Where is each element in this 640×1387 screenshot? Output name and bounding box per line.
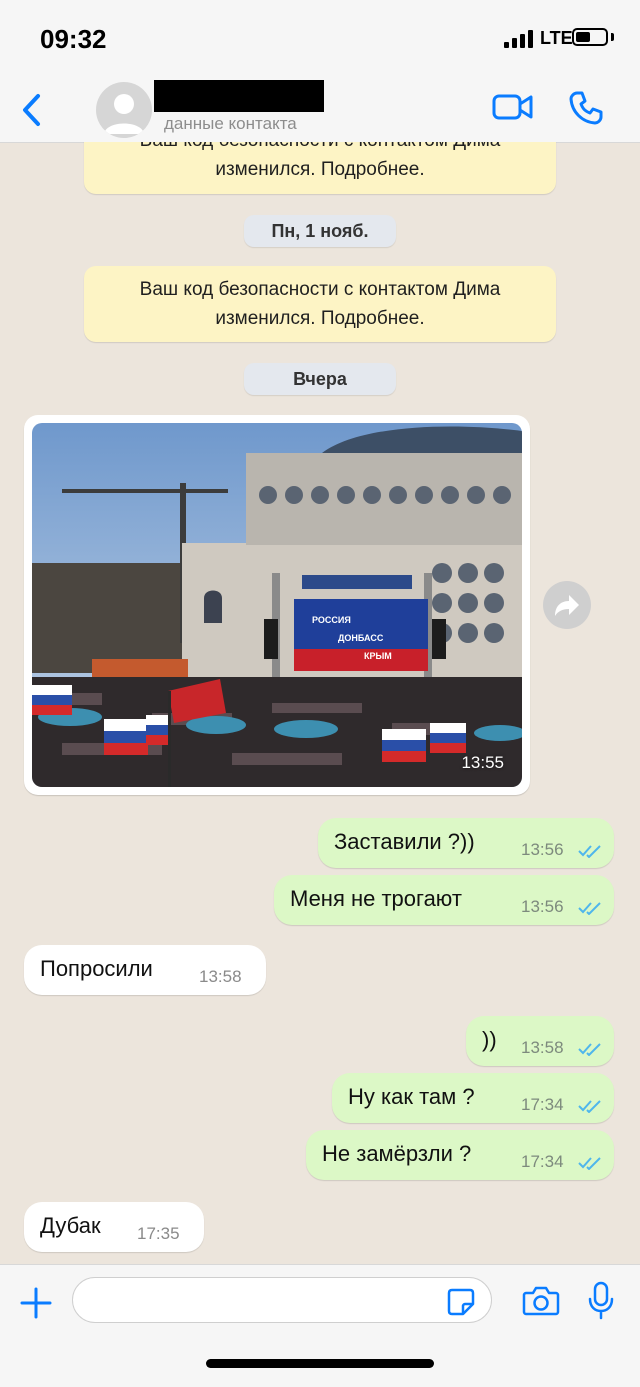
message-bubble-outgoing[interactable]: Заставили ?)) 13:56 bbox=[318, 818, 614, 868]
avatar[interactable] bbox=[96, 82, 152, 138]
sticker-icon[interactable] bbox=[446, 1287, 476, 1317]
battery-icon bbox=[572, 28, 608, 46]
date-separator: Пн, 1 нояб. bbox=[244, 215, 396, 247]
video-call-icon[interactable] bbox=[492, 92, 534, 122]
sign-line-3: КРЫМ bbox=[364, 651, 392, 661]
message-time: 17:34 bbox=[521, 1095, 564, 1114]
message-bubble-outgoing[interactable]: Не замёрзли ? 17:34 bbox=[306, 1130, 614, 1180]
message-bubble-incoming[interactable]: Попросили 13:58 bbox=[24, 945, 266, 995]
home-indicator bbox=[206, 1359, 434, 1368]
sign-line-2: ДОНБАСС bbox=[338, 633, 384, 643]
security-code-notice[interactable]: Ваш код безопасности с контактом Дима из… bbox=[84, 266, 556, 342]
network-type: LTE bbox=[540, 28, 573, 48]
microphone-icon[interactable] bbox=[586, 1281, 616, 1321]
read-double-check-icon bbox=[578, 1157, 601, 1170]
message-bubble-incoming[interactable]: Дубак 17:35 bbox=[24, 1202, 204, 1252]
message-bubble-outgoing[interactable]: Меня не трогают 13:56 bbox=[274, 875, 614, 925]
message-time: 17:35 bbox=[137, 1224, 180, 1243]
phone-call-icon[interactable] bbox=[568, 90, 604, 126]
security-code-notice-text: Ваш код безопасности с контактом Дима из… bbox=[140, 142, 501, 180]
attach-plus-icon[interactable] bbox=[18, 1285, 54, 1321]
security-code-notice[interactable]: Ваш код безопасности с контактом Дима из… bbox=[84, 142, 556, 194]
battery-tip bbox=[611, 33, 614, 41]
message-time: 13:56 bbox=[521, 897, 564, 916]
battery-level bbox=[576, 32, 590, 42]
message-bubble-outgoing[interactable]: Ну как там ? 17:34 bbox=[332, 1073, 614, 1123]
date-separator: Вчера bbox=[244, 363, 396, 395]
avatar-placeholder-icon bbox=[104, 94, 144, 134]
contact-name-redacted[interactable] bbox=[154, 80, 324, 112]
message-text: Дубак bbox=[40, 1213, 101, 1238]
chat-header: данные контакта bbox=[0, 80, 640, 143]
message-text: Меня не трогают bbox=[290, 886, 462, 911]
message-input[interactable] bbox=[72, 1277, 492, 1323]
rally-photo[interactable]: РОССИЯ ДОНБАСС КРЫМ 13:55 bbox=[32, 423, 522, 787]
status-time: 09:32 bbox=[40, 24, 107, 54]
read-double-check-icon bbox=[578, 1043, 601, 1056]
message-time: 13:56 bbox=[521, 840, 564, 859]
message-text: Заставили ?)) bbox=[334, 829, 475, 854]
read-double-check-icon bbox=[578, 1100, 601, 1113]
photo-timestamp: 13:55 bbox=[461, 753, 504, 772]
message-time: 13:58 bbox=[199, 967, 242, 986]
message-input-bar bbox=[0, 1264, 640, 1387]
sign-line-1: РОССИЯ bbox=[312, 615, 351, 625]
rally-photo-image: РОССИЯ ДОНБАСС КРЫМ bbox=[32, 423, 522, 787]
back-chevron-icon[interactable] bbox=[16, 90, 48, 130]
contact-info-link[interactable]: данные контакта bbox=[164, 114, 297, 134]
status-bar: 09:32 LTE bbox=[0, 0, 640, 80]
camera-icon[interactable] bbox=[522, 1285, 560, 1317]
chat-area[interactable]: Ваш код безопасности с контактом Дима из… bbox=[0, 142, 640, 1264]
forward-button[interactable] bbox=[543, 581, 591, 629]
message-text: )) bbox=[482, 1027, 497, 1052]
read-double-check-icon bbox=[578, 845, 601, 858]
signal-strength-icon bbox=[504, 30, 533, 48]
message-bubble-outgoing[interactable]: )) 13:58 bbox=[466, 1016, 614, 1066]
photo-message[interactable]: РОССИЯ ДОНБАСС КРЫМ 13:55 bbox=[24, 415, 530, 795]
message-text: Не замёрзли ? bbox=[322, 1141, 472, 1166]
read-double-check-icon bbox=[578, 902, 601, 915]
message-text: Попросили bbox=[40, 956, 153, 981]
message-text: Ну как там ? bbox=[348, 1084, 475, 1109]
message-time: 13:58 bbox=[521, 1038, 564, 1057]
message-time: 17:34 bbox=[521, 1152, 564, 1171]
forward-arrow-icon bbox=[555, 595, 579, 616]
security-code-notice-text: Ваш код безопасности с контактом Дима из… bbox=[139, 279, 501, 329]
